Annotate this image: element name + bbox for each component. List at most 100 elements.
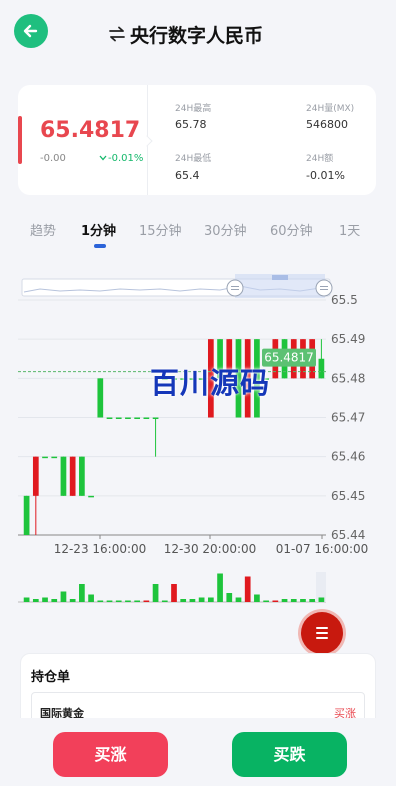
low-label: 24H最低 xyxy=(175,154,212,164)
volume-bar xyxy=(51,599,58,602)
candle-body xyxy=(88,495,94,498)
x-axis-labels: 12-23 16:00:00 12-30 20:00:00 01-07 16:00:… xyxy=(54,535,369,556)
candle-body xyxy=(51,456,58,459)
tab-trend[interactable]: 趋势 xyxy=(30,220,56,239)
volume-bar xyxy=(97,600,104,602)
candle-body xyxy=(23,495,30,535)
price-change: -0.00 xyxy=(40,153,66,164)
y-axis-labels: 65.5 65.49 65.48 65.47 65.46 65.45 65.44 xyxy=(331,293,365,542)
candle-body xyxy=(318,358,325,379)
volume-bar xyxy=(143,600,150,602)
current-price: 65.4817 xyxy=(40,118,141,143)
watermark-text: 百川源码 xyxy=(150,366,271,400)
header: 央行数字人民币 xyxy=(0,0,396,68)
candle-body xyxy=(79,456,85,496)
candle-body xyxy=(115,417,122,419)
candle-body xyxy=(60,456,67,496)
y-tick-label: 65.44 xyxy=(331,528,365,542)
tab-15min[interactable]: 15分钟 xyxy=(139,220,182,239)
zoom-window-grip[interactable] xyxy=(272,275,288,280)
zoom-handle-left[interactable] xyxy=(226,279,244,297)
y-tick-label: 65.47 xyxy=(331,411,365,425)
title-switch[interactable]: 央行数字人民币 xyxy=(108,20,263,48)
menu-icon xyxy=(316,627,328,629)
back-button[interactable] xyxy=(14,14,48,48)
volume-bar xyxy=(152,584,159,602)
menu-icon-line xyxy=(316,632,328,634)
volume-bar xyxy=(60,591,67,602)
volume-bar xyxy=(263,600,269,602)
volume-bar xyxy=(23,597,30,602)
x-tick-label: 12-23 16:00:00 xyxy=(54,542,147,556)
volume-bar xyxy=(244,576,251,602)
volume-bar xyxy=(318,597,325,602)
candle-body xyxy=(125,417,131,419)
volume-bar xyxy=(198,597,205,602)
candle-body xyxy=(143,417,150,419)
kline-chart[interactable]: 65.5 65.49 65.48 65.47 65.46 65.45 65.44 12-23… xyxy=(0,262,396,607)
volume-value: 546800 xyxy=(306,118,348,131)
volume-bar xyxy=(69,599,76,602)
zoom-handle-right[interactable] xyxy=(315,279,333,297)
active-tab-indicator xyxy=(94,244,106,248)
buy-down-button[interactable]: 买跌 xyxy=(232,732,347,777)
low-value: 65.4 xyxy=(175,169,200,182)
tab-30min[interactable]: 30分钟 xyxy=(204,220,247,239)
candle-body xyxy=(134,417,141,419)
volume-bars xyxy=(18,572,326,603)
y-tick-label: 65.49 xyxy=(331,332,365,346)
volume-bar xyxy=(272,600,279,602)
amount-label: 24H额 xyxy=(306,154,334,164)
x-tick-label: 01-07 16:00:00 xyxy=(276,542,369,556)
card-notch xyxy=(141,135,153,147)
price-change-pct: -0.01% xyxy=(108,153,144,164)
y-tick-label: 65.5 xyxy=(331,293,358,307)
volume-bar xyxy=(32,599,39,602)
current-price-tag-label: 65.4817 xyxy=(264,351,314,365)
swap-arrows-icon xyxy=(109,26,125,42)
candle-body xyxy=(69,456,76,496)
volume-bar xyxy=(235,597,242,602)
volume-bar xyxy=(189,599,196,602)
y-tick-label: 65.48 xyxy=(331,371,365,385)
y-tick-label: 65.46 xyxy=(331,450,365,464)
volume-bar xyxy=(125,600,131,602)
volume-bar xyxy=(309,599,316,602)
volume-bar xyxy=(106,600,113,602)
volume-bar xyxy=(226,593,233,602)
volume-bar xyxy=(115,600,122,602)
y-tick-label: 65.45 xyxy=(331,489,365,503)
position-title: 持仓单 xyxy=(31,670,71,685)
down-chevron-icon xyxy=(99,155,107,161)
back-arrow-icon xyxy=(23,24,38,38)
volume-bar xyxy=(42,597,48,602)
tab-1min[interactable]: 1分钟 xyxy=(81,220,116,239)
volume-bar xyxy=(180,599,187,602)
menu-icon-line xyxy=(316,637,328,639)
volume-bar xyxy=(254,594,260,602)
x-tick-label: 12-30 20:00:00 xyxy=(164,542,257,556)
volume-bar xyxy=(134,600,141,602)
volume-bar xyxy=(171,584,177,602)
candle-body xyxy=(42,456,48,459)
volume-bar xyxy=(207,597,214,602)
volume-bar xyxy=(281,599,288,602)
price-accent-bar xyxy=(18,116,22,164)
tab-1day[interactable]: 1天 xyxy=(339,220,360,239)
high-value: 65.78 xyxy=(175,118,207,131)
zoom-slider[interactable] xyxy=(21,274,333,298)
menu-fab[interactable] xyxy=(301,612,343,654)
buy-up-button[interactable]: 买涨 xyxy=(53,732,168,777)
tab-60min[interactable]: 60分钟 xyxy=(270,220,313,239)
candle-body xyxy=(32,456,39,496)
candle-body xyxy=(152,417,159,419)
page-title: 央行数字人民币 xyxy=(130,24,264,47)
volume-bar xyxy=(217,573,223,602)
chart-grid xyxy=(18,299,326,536)
volume-bar xyxy=(88,594,94,602)
interval-tabs: 趋势 1分钟 15分钟 30分钟 60分钟 1天 xyxy=(0,220,396,250)
price-card: 65.4817 -0.00 -0.01% 24H最高 65.78 24H量(MX… xyxy=(18,85,376,195)
high-label: 24H最高 xyxy=(175,104,212,114)
amount-value: -0.01% xyxy=(306,169,345,182)
volume-bar xyxy=(300,599,306,602)
